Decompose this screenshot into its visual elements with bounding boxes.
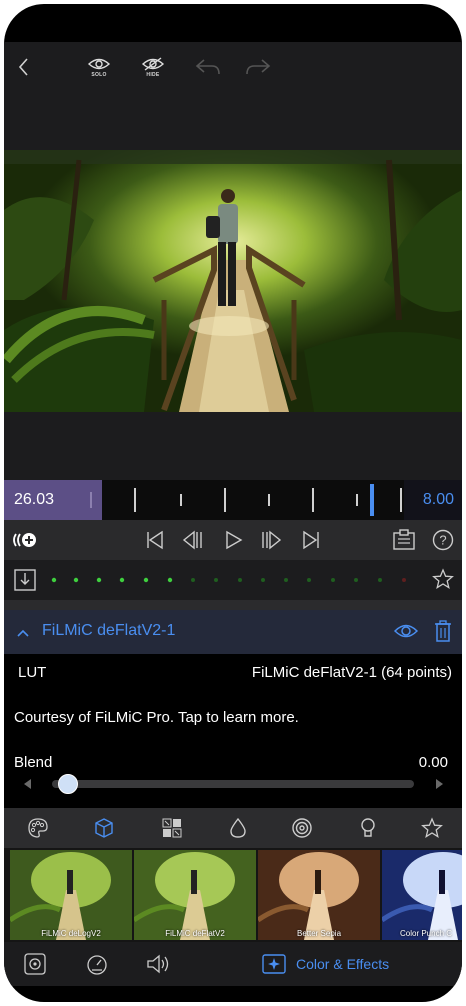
step-forward-icon[interactable] <box>260 528 282 552</box>
speaker-icon[interactable] <box>146 952 172 976</box>
thumbnail-item[interactable]: FiLMiC deLogV2 <box>10 850 132 940</box>
loop-add-icon[interactable] <box>12 528 38 552</box>
thumbnail-label: FiLMiC deLogV2 <box>41 929 101 938</box>
layer-title: FiLMiC deFlatV2-1 <box>42 622 176 639</box>
svg-text:?: ? <box>439 533 446 548</box>
courtesy-link[interactable]: Courtesy of FiLMiC Pro. Tap to learn mor… <box>14 709 299 726</box>
thumbnail-label: FiLMiC deFlatV2 <box>165 929 225 938</box>
blend-increase-icon[interactable] <box>436 779 443 789</box>
blend-label: Blend <box>14 754 53 771</box>
lut-row[interactable]: LUT FiLMiC deFlatV2-1 (64 points) <box>4 654 462 692</box>
preview-top-padding <box>4 92 462 150</box>
import-icon[interactable] <box>14 569 36 596</box>
timeline-end-time: 8.00 <box>404 480 462 520</box>
drop-icon[interactable] <box>226 816 250 840</box>
color-effects-button[interactable]: Color & Effects <box>262 952 389 976</box>
skip-end-icon[interactable] <box>300 528 322 552</box>
thumbnail-item[interactable]: Color Punch C <box>382 850 462 940</box>
help-icon[interactable]: ? <box>432 528 454 552</box>
blend-slider-knob[interactable] <box>58 774 78 794</box>
top-toolbar: SOLO HIDE <box>4 42 462 92</box>
eye-icon[interactable] <box>393 622 419 645</box>
cube-icon[interactable] <box>92 816 116 840</box>
hide-label: HIDE <box>146 71 160 78</box>
solo-label: SOLO <box>91 71 107 78</box>
blend-value: 0.00 <box>418 754 448 771</box>
preset-dots[interactable] <box>44 576 414 584</box>
thumbnail-label: Better Sepia <box>296 929 342 938</box>
timeline-tick <box>268 494 270 506</box>
timeline-start-time: 26.03 <box>4 480 102 520</box>
clipboard-icon[interactable] <box>392 528 416 552</box>
palette-icon[interactable] <box>26 816 50 840</box>
trash-icon[interactable] <box>434 620 452 647</box>
back-icon[interactable] <box>16 54 30 80</box>
spiral-icon[interactable] <box>290 816 314 840</box>
lut-thumbnails: FiLMiC deLogV2 FiLMiC deFlatV2 Better Se… <box>4 848 462 942</box>
timeline-tick <box>312 488 314 512</box>
lut-label: LUT <box>18 664 47 681</box>
undo-icon[interactable] <box>194 54 222 80</box>
blend-slider[interactable] <box>52 780 414 788</box>
eye-hide-icon <box>141 56 165 71</box>
timeline-tick <box>224 488 226 512</box>
phone-screen: SOLO HIDE 26.03 8.00 ? FiLMiC deFlatV2-1… <box>4 4 462 1002</box>
color-effects-label: Color & Effects <box>296 956 390 972</box>
hide-button[interactable]: HIDE <box>138 54 168 80</box>
skip-start-icon[interactable] <box>144 528 166 552</box>
redo-icon[interactable] <box>244 54 272 80</box>
target-icon[interactable] <box>24 952 46 976</box>
step-back-icon[interactable] <box>182 528 204 552</box>
chevron-up-icon[interactable] <box>16 625 30 643</box>
timeline-tick <box>134 488 136 512</box>
image-preview[interactable] <box>4 150 462 412</box>
thumbnail-label: Color Punch C <box>400 929 453 938</box>
effects-icon <box>262 954 286 974</box>
thumbnail-item[interactable]: Better Sepia <box>258 850 380 940</box>
timeline-tick <box>180 494 182 506</box>
grid-icon[interactable] <box>160 816 184 840</box>
thumbnail-item[interactable]: FiLMiC deFlatV2 <box>134 850 256 940</box>
playback-controls: ? <box>4 520 462 560</box>
eye-solo-icon <box>87 58 111 69</box>
star-icon[interactable] <box>432 568 454 595</box>
layer-header[interactable]: FiLMiC deFlatV2-1 <box>4 610 462 654</box>
lut-value: FiLMiC deFlatV2-1 (64 points) <box>251 664 452 681</box>
play-icon[interactable] <box>222 528 244 552</box>
timeline-scrubber[interactable]: 26.03 8.00 <box>4 480 462 520</box>
bulb-icon[interactable] <box>356 816 380 840</box>
favorites-star-icon[interactable] <box>420 816 444 840</box>
timeline-tick <box>90 492 92 508</box>
timeline-tick <box>400 488 402 512</box>
speedometer-icon[interactable] <box>86 952 108 976</box>
presets-bar <box>4 560 462 600</box>
timeline-tick <box>356 494 358 506</box>
playhead[interactable] <box>370 484 374 516</box>
solo-button[interactable]: SOLO <box>84 54 114 80</box>
bottom-toolbar: Color & Effects <box>4 942 462 986</box>
blend-decrease-icon[interactable] <box>24 779 31 789</box>
divider <box>4 600 462 610</box>
category-bar <box>4 808 462 848</box>
preview-bottom-padding <box>4 412 462 480</box>
